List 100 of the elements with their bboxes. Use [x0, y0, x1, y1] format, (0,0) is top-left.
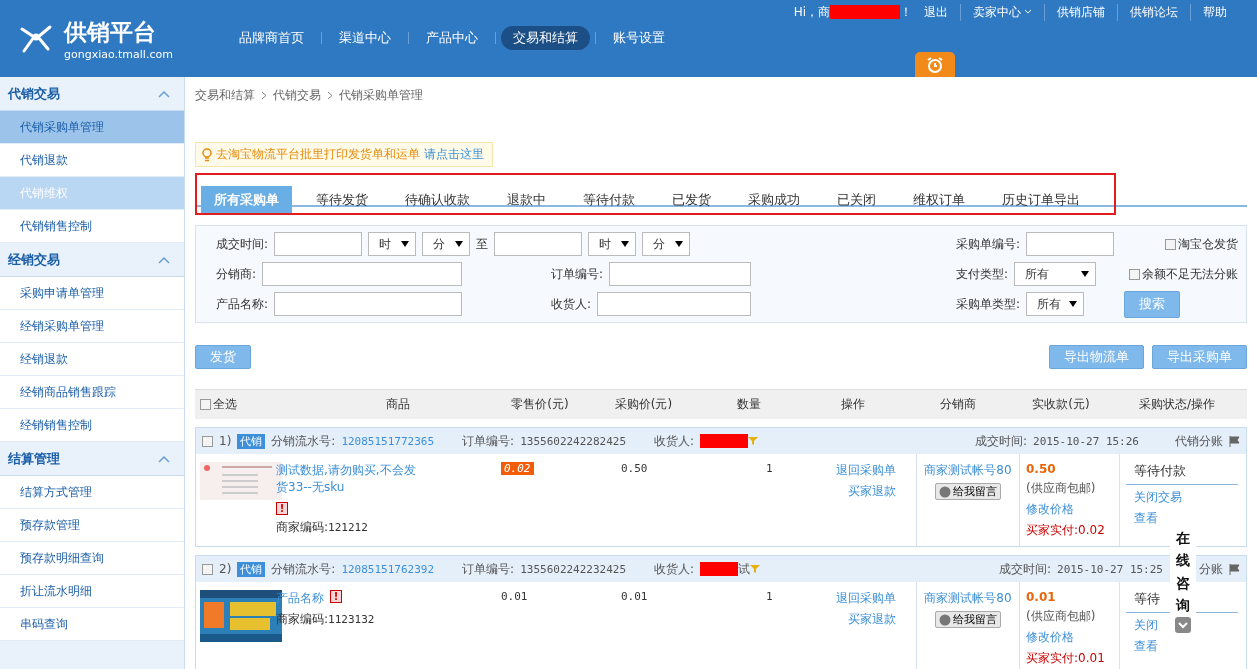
- sidebar-item[interactable]: 代销销售控制: [0, 210, 184, 243]
- time-label: 成交时间:: [999, 560, 1052, 578]
- product-link[interactable]: 测试数据,请勿购买,不会发货33--无sku: [276, 462, 426, 496]
- sidebar-item[interactable]: 代销采购单管理: [0, 111, 184, 144]
- status-tab[interactable]: 维权订单: [900, 186, 978, 213]
- sidebar-item[interactable]: 经销退款: [0, 343, 184, 376]
- retail-price: 0.01: [501, 590, 528, 603]
- dropdown-caret-icon: [1069, 301, 1078, 307]
- field-label: 支付类型:: [956, 265, 1009, 283]
- status-tab[interactable]: 已关闭: [824, 186, 889, 213]
- action-link[interactable]: 退回采购单: [836, 590, 896, 607]
- column-header: 操作: [839, 396, 866, 413]
- status-link[interactable]: 查看: [1126, 510, 1158, 527]
- nav-tab[interactable]: 产品中心: [414, 26, 490, 50]
- dropdown-caret-icon: [455, 241, 464, 247]
- nav-tab[interactable]: 账号设置: [601, 26, 677, 50]
- column-header: 采购状态/操作: [1137, 396, 1216, 413]
- product-link[interactable]: 产品名称: [276, 590, 324, 607]
- alarm-clock-icon: [926, 55, 944, 74]
- shipping-note: (供应商包邮): [1026, 608, 1096, 625]
- flag-icon: [1229, 563, 1240, 575]
- nav-tab[interactable]: 渠道中心: [327, 26, 403, 50]
- field-label: 收货人:: [551, 295, 592, 313]
- warning-icon: !: [276, 502, 288, 515]
- sidebar-item[interactable]: 折让流水明细: [0, 575, 184, 608]
- top-link[interactable]: 卖家中心: [960, 3, 1044, 21]
- status-tab[interactable]: 采购成功: [735, 186, 813, 213]
- chevron-right-icon: [261, 91, 267, 100]
- edit-price-link[interactable]: 修改价格: [1026, 501, 1074, 518]
- distributor-field[interactable]: [262, 262, 463, 286]
- breadcrumb-link[interactable]: 交易和结算: [195, 87, 255, 104]
- action-link[interactable]: 买家退款: [848, 611, 896, 628]
- breadcrumb-link[interactable]: 代销交易: [273, 87, 321, 104]
- sidebar-item[interactable]: 经销销售控制: [0, 409, 184, 442]
- status-link[interactable]: 查看: [1126, 638, 1158, 655]
- field-label: 成交时间:: [216, 235, 269, 253]
- sidebar-item[interactable]: 经销商品销售跟踪: [0, 376, 184, 409]
- receiver-field[interactable]: [597, 292, 752, 316]
- sidebar-item[interactable]: 串码查询: [0, 608, 184, 641]
- merchant-code: 商家编码:121212: [276, 519, 368, 536]
- hour-select[interactable]: 时: [588, 232, 637, 256]
- purchase-price: 0.01: [621, 590, 648, 603]
- minute-select[interactable]: 分: [642, 232, 691, 256]
- alarm-button[interactable]: [915, 52, 955, 77]
- column-header: 数量: [735, 396, 762, 413]
- checkbox[interactable]: 余额不足无法分账: [1129, 265, 1238, 283]
- status-tab[interactable]: 退款中: [494, 186, 559, 213]
- order-number-field[interactable]: [609, 262, 752, 286]
- dropdown-caret-icon: [621, 241, 630, 247]
- minute-select[interactable]: 分: [422, 232, 471, 256]
- select-all-checkbox[interactable]: 全选: [195, 396, 305, 413]
- sidebar-item[interactable]: 经销采购单管理: [0, 310, 184, 343]
- top-link[interactable]: 帮助: [1190, 3, 1239, 21]
- nav-tab[interactable]: 品牌商首页: [227, 26, 316, 50]
- split-label: 分账: [1199, 560, 1223, 578]
- chevron-icon: [1024, 9, 1032, 15]
- buyer-paid: 买家实付:0.01: [1026, 650, 1105, 667]
- field-label: 分销商:: [216, 265, 257, 283]
- quantity: 1: [766, 590, 773, 603]
- nav-tab[interactable]: 交易和结算: [501, 26, 590, 50]
- sidebar-item[interactable]: 采购申请单管理: [0, 277, 184, 310]
- action-link[interactable]: 买家退款: [848, 483, 896, 500]
- warning-icon: !: [330, 590, 342, 603]
- sidebar-item[interactable]: 代销退款: [0, 144, 184, 177]
- receiver-label: 收货人:: [654, 432, 695, 450]
- section-title: 结算管理: [8, 449, 60, 468]
- po-type-select[interactable]: 所有: [1026, 292, 1085, 316]
- status-tab[interactable]: 等待付款: [570, 186, 648, 213]
- status-tab[interactable]: 历史订单导出: [989, 186, 1093, 213]
- status-tab[interactable]: 已发货: [659, 186, 724, 213]
- status-tab[interactable]: 待确认收款: [392, 186, 483, 213]
- hour-select[interactable]: 时: [368, 232, 417, 256]
- dropdown-caret-icon: [1081, 271, 1090, 277]
- pay-type-select[interactable]: 所有: [1014, 262, 1097, 286]
- status-link[interactable]: 关闭交易: [1126, 489, 1182, 506]
- seller-link[interactable]: 商家测试帐号80: [924, 462, 1012, 479]
- top-link[interactable]: 退出: [912, 3, 960, 21]
- field-label: 采购单编号:: [956, 235, 1021, 253]
- field-label: 产品名称:: [216, 295, 269, 313]
- status-link[interactable]: 关闭: [1126, 617, 1158, 634]
- notice-link[interactable]: 请点击这里: [424, 146, 484, 163]
- sidebar-item[interactable]: 预存款管理: [0, 509, 184, 542]
- sidebar-item[interactable]: 预存款明细查询: [0, 542, 184, 575]
- sidebar-item[interactable]: 结算方式管理: [0, 476, 184, 509]
- action-link[interactable]: 退回采购单: [836, 462, 896, 479]
- edit-price-link[interactable]: 修改价格: [1026, 629, 1074, 646]
- status-tab[interactable]: 等待发货: [303, 186, 381, 213]
- message-button[interactable]: 给我留言: [935, 611, 1001, 628]
- date-field[interactable]: [274, 232, 363, 256]
- row-checkbox[interactable]: [202, 435, 213, 447]
- breadcrumb-link[interactable]: 代销采购单管理: [339, 87, 423, 104]
- message-button[interactable]: 给我留言: [935, 483, 1001, 500]
- top-link[interactable]: 供销店铺: [1044, 3, 1117, 21]
- row-checkbox[interactable]: [202, 563, 213, 575]
- seller-link[interactable]: 商家测试帐号80: [924, 590, 1012, 607]
- top-link[interactable]: 供销论坛: [1117, 3, 1190, 21]
- product-name-field[interactable]: [274, 292, 463, 316]
- date-field[interactable]: [494, 232, 583, 256]
- po-number-field[interactable]: [1026, 232, 1115, 256]
- checkbox[interactable]: 淘宝仓发货: [1165, 235, 1238, 253]
